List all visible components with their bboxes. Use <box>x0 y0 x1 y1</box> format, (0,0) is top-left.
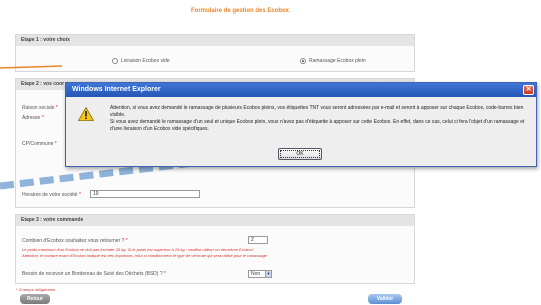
bsd-select-value: Non <box>251 271 261 277</box>
option-pickup-label: Ramassage Ecobox plein <box>309 58 366 64</box>
step3-title: Etape 3 : votre commande <box>16 215 414 226</box>
quantity-label: Combien d'Ecobox souhaitez vous retourne… <box>22 238 128 244</box>
submit-button[interactable]: Valider <box>368 294 402 304</box>
quantity-input[interactable]: 2 <box>248 236 268 244</box>
option-delivery-radio[interactable]: Livraison Ecobox vide <box>112 58 170 64</box>
step1-section: Etape 1 : votre choix <box>15 34 415 72</box>
horaires-label: Horaires de votre société * <box>22 192 81 198</box>
cp-commune-label: CP/Commune * <box>22 141 57 147</box>
raison-sociale-label: Raison sociale * <box>22 105 58 111</box>
warning-icon <box>78 107 94 121</box>
horaires-input[interactable]: 19 <box>90 190 200 198</box>
dialog-message-1: Attention, si vous avez demandé le ramas… <box>110 105 524 118</box>
weight-note: Le poids maximum d'un Ecobox ne doit pas… <box>22 247 254 252</box>
radio-icon <box>112 58 118 64</box>
bsd-select[interactable]: Non ▼ <box>248 270 272 278</box>
chevron-down-icon: ▼ <box>265 271 271 277</box>
attention-note: Attention, le nombre exact d'Ecobox indi… <box>22 253 267 258</box>
close-icon[interactable]: ✕ <box>523 85 534 95</box>
step1-title: Etape 1 : votre choix <box>16 35 414 46</box>
required-note: * Champs obligatoires <box>16 287 56 292</box>
bsd-label: Besoin de recevoir un Bordereau de Suivi… <box>22 271 166 277</box>
option-pickup-radio[interactable]: Ramassage Ecobox plein <box>300 58 366 64</box>
page-title: Formulaire de gestion des Ecobox <box>190 8 290 14</box>
back-button[interactable]: Retour <box>20 294 50 304</box>
radio-selected-icon <box>300 58 306 64</box>
dialog-message: Attention, si vous avez demandé le ramas… <box>110 105 530 133</box>
dialog-titlebar[interactable]: Windows Internet Explorer ✕ <box>66 83 536 97</box>
dialog-message-2: Si vous avez demandé le ramassage d'un s… <box>110 119 525 132</box>
ok-button[interactable]: OK <box>278 148 322 160</box>
dialog-title: Windows Internet Explorer <box>72 86 161 93</box>
adresse-label: Adresse * <box>22 115 44 121</box>
ie-alert-dialog: Windows Internet Explorer ✕ Attention, s… <box>65 82 537 167</box>
option-delivery-label: Livraison Ecobox vide <box>121 58 170 64</box>
